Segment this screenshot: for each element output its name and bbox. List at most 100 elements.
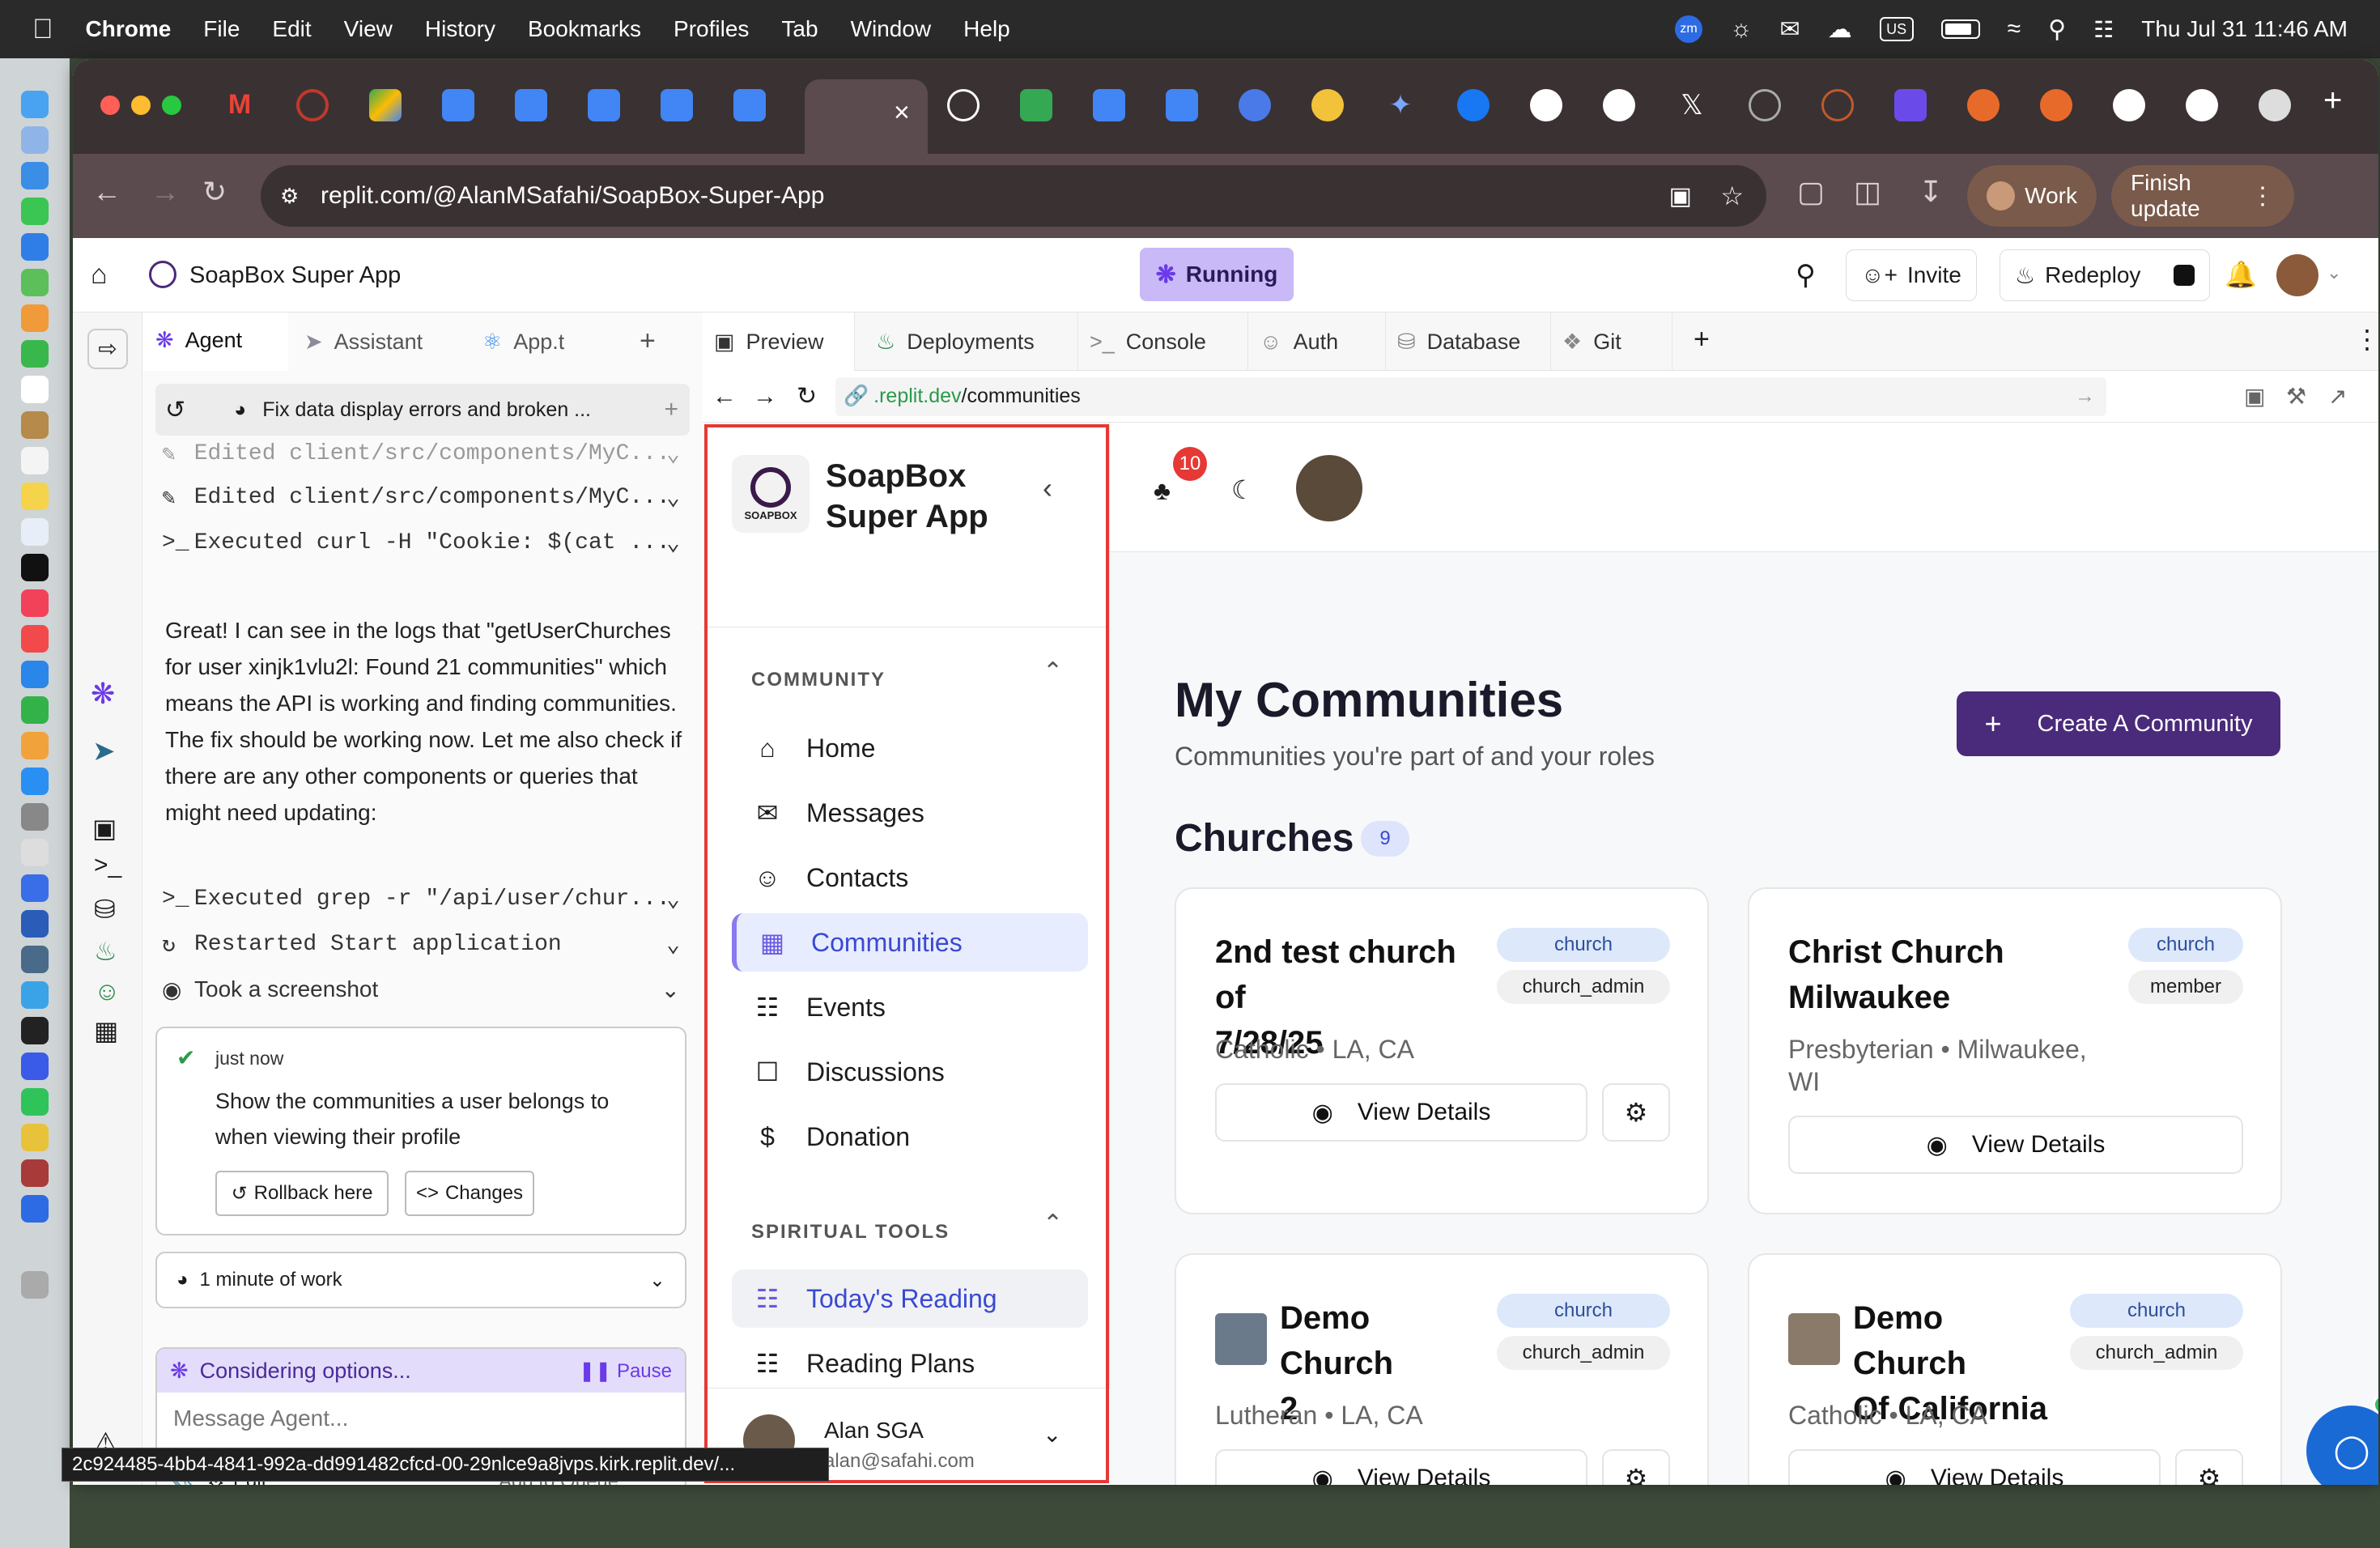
tab-git[interactable]: ❖ Git: [1551, 313, 1672, 371]
menu-edit[interactable]: Edit: [272, 16, 311, 42]
project-name[interactable]: SoapBox Super App: [189, 262, 401, 289]
dock-app-icon[interactable]: [21, 874, 49, 902]
more-options-icon[interactable]: ⋮: [2354, 324, 2378, 355]
community-card[interactable]: Demo Church 2 church church_admin Luthera…: [1175, 1253, 1709, 1485]
menu-profiles[interactable]: Profiles: [674, 16, 749, 42]
all-tools-icon[interactable]: ▦: [94, 1015, 118, 1046]
menubar-clock[interactable]: Thu Jul 31 11:46 AM: [2141, 16, 2348, 42]
menu-tab[interactable]: Tab: [781, 16, 818, 42]
docs-tab-icon[interactable]: [1093, 89, 1125, 121]
dock-app-icon[interactable]: [21, 839, 49, 866]
menu-window[interactable]: Window: [851, 16, 932, 42]
bookmark-star-icon[interactable]: ☆: [1720, 181, 1744, 211]
log-row[interactable]: >_ Executed curl -H "Cookie: $(cat ... ⌄: [162, 520, 680, 565]
github-tab-icon[interactable]: [1530, 89, 1562, 121]
close-tab-icon[interactable]: ×: [894, 97, 910, 129]
zoom-icon[interactable]: zm: [1675, 15, 1703, 43]
menu-history[interactable]: History: [425, 16, 495, 42]
dock-app-icon[interactable]: [21, 411, 49, 439]
devices-icon[interactable]: ▣: [2244, 383, 2265, 410]
battery-icon[interactable]: [1940, 19, 1980, 39]
dock-photos-icon[interactable]: [21, 304, 49, 332]
docs-tab-icon[interactable]: [733, 89, 766, 121]
tab-icon[interactable]: [1239, 89, 1271, 121]
tab-auth[interactable]: ☺ Auth: [1248, 313, 1386, 371]
finish-update-button[interactable]: Finish update ⋮: [2111, 165, 2294, 227]
preview-back-icon[interactable]: ←: [712, 383, 737, 410]
spotlight-icon[interactable]: ⚲: [2048, 15, 2066, 44]
tab-preview[interactable]: ▣ Preview: [703, 313, 855, 371]
cloud-icon[interactable]: ☁: [1828, 15, 1852, 44]
tab-icon[interactable]: [1311, 89, 1344, 121]
chevron-down-icon[interactable]: ⌄: [666, 885, 680, 913]
view-details-button[interactable]: ◉ View Details: [1788, 1116, 2243, 1174]
dock-chrome-icon[interactable]: [21, 1124, 49, 1151]
dock-app-icon[interactable]: [21, 1053, 49, 1080]
dock-app-icon[interactable]: [21, 126, 49, 154]
dock-reminders-icon[interactable]: [21, 447, 49, 474]
assistant-icon[interactable]: ➤: [92, 735, 116, 768]
tab-icon[interactable]: [1821, 89, 1854, 121]
reload-icon[interactable]: ↻: [202, 175, 227, 209]
create-community-button[interactable]: + Create A Community: [1957, 691, 2280, 756]
tab-icon[interactable]: [296, 89, 329, 121]
project-icon[interactable]: [149, 261, 176, 288]
notifications-bell-icon[interactable]: ♣: [1154, 476, 1171, 506]
tab-app[interactable]: ⚛ App.t: [482, 313, 564, 371]
tab-deployments[interactable]: ♨ Deployments: [865, 313, 1078, 371]
log-row[interactable]: ✎ Edited client/src/components/MyC... ⌄: [162, 439, 680, 468]
dock-news-icon[interactable]: [21, 625, 49, 653]
dock-keynote-icon[interactable]: [21, 661, 49, 688]
apple-icon[interactable]: : [32, 14, 53, 45]
docs-tab-icon[interactable]: [588, 89, 620, 121]
message-input[interactable]: Message Agent...: [157, 1393, 685, 1444]
dock-notes-icon[interactable]: [21, 483, 49, 510]
dock-terminal-icon[interactable]: [21, 1017, 49, 1044]
chevron-down-icon[interactable]: ⌄: [649, 1269, 665, 1292]
log-row[interactable]: >_ Executed grep -r "/api/user/chur... ⌄: [162, 876, 680, 921]
dock-appstore-icon[interactable]: [21, 768, 49, 795]
google-tab-icon[interactable]: [2186, 89, 2218, 121]
home-icon[interactable]: ⌂: [91, 259, 108, 291]
chevron-down-icon[interactable]: ⌄: [666, 440, 680, 468]
dock-whatsapp-icon[interactable]: [21, 1088, 49, 1116]
dock-mail-icon[interactable]: [21, 233, 49, 261]
dock-trash-icon[interactable]: [21, 1271, 49, 1299]
menu-view[interactable]: View: [344, 16, 393, 42]
gmail-tab-icon[interactable]: M: [223, 89, 256, 121]
dock-messages-icon[interactable]: [21, 198, 49, 225]
extensions-icon[interactable]: ▢: [1797, 175, 1825, 209]
chevron-down-icon[interactable]: ⌄: [666, 529, 680, 557]
wifi-icon[interactable]: ≈: [2008, 15, 2021, 43]
database-icon[interactable]: ⛁: [94, 894, 116, 925]
preview-url-field[interactable]: 🔗 .replit.dev /communities →: [835, 376, 2106, 416]
dock-safari-icon[interactable]: [21, 162, 49, 189]
forward-icon[interactable]: →: [151, 175, 180, 209]
community-card[interactable]: Christ Church Milwaukee church member Pre…: [1748, 887, 2282, 1214]
preview-reload-icon[interactable]: ↻: [797, 382, 817, 410]
dock-numbers-icon[interactable]: [21, 696, 49, 724]
docs-tab-icon[interactable]: [515, 89, 547, 121]
dock-app-icon[interactable]: [21, 981, 49, 1009]
thread-header[interactable]: ↺ ◕ Fix data display errors and broken .…: [155, 384, 690, 436]
menu-help[interactable]: Help: [963, 16, 1010, 42]
tab-icon[interactable]: [1894, 89, 1927, 121]
download-icon[interactable]: ↧: [1919, 175, 1943, 209]
tab-search-icon[interactable]: ◫: [1854, 175, 1881, 209]
dock-freeform-icon[interactable]: [21, 518, 49, 546]
drive-tab-icon[interactable]: [369, 89, 402, 121]
deployments-icon[interactable]: ♨: [94, 936, 117, 967]
rollback-button[interactable]: ↺ Rollback here: [215, 1171, 389, 1216]
chevron-down-icon[interactable]: ⌄: [666, 483, 680, 512]
chevron-down-icon[interactable]: ⌄: [661, 976, 680, 1003]
agent-icon[interactable]: ❋: [91, 677, 115, 711]
log-row[interactable]: ✎ Edited client/src/components/MyC... ⌄: [162, 474, 680, 520]
new-thread-icon[interactable]: +: [664, 396, 678, 423]
tab-icon[interactable]: [2040, 89, 2072, 121]
chatgpt-tab-icon[interactable]: [947, 89, 980, 121]
settings-button[interactable]: ⚙: [1602, 1449, 1670, 1485]
view-details-button[interactable]: ◉ View Details: [1215, 1449, 1587, 1485]
tab-console[interactable]: >_ Console: [1078, 313, 1248, 371]
user-avatar[interactable]: [2276, 254, 2318, 296]
open-new-tab-icon[interactable]: ↗: [2328, 383, 2347, 410]
